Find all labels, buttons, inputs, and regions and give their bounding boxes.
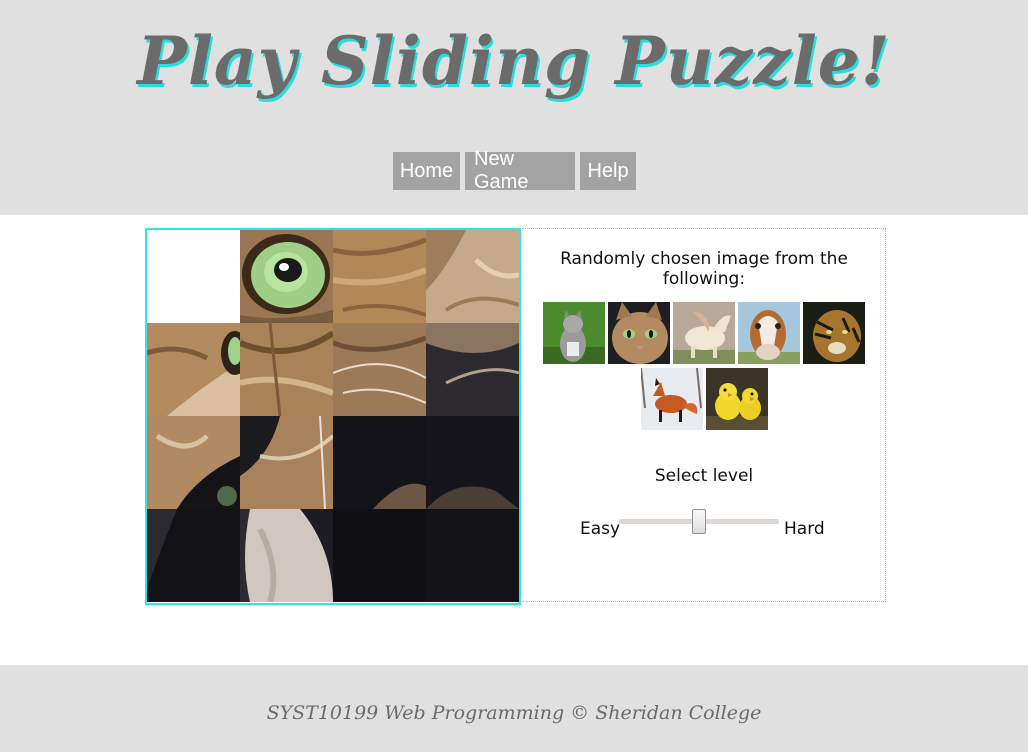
- puzzle-tile[interactable]: [240, 230, 333, 323]
- main-nav: Home New Game Help: [393, 148, 636, 193]
- panel-heading: Randomly chosen image from the following…: [560, 249, 848, 289]
- thumbnail-chicks[interactable]: [705, 368, 768, 430]
- puzzle-tile[interactable]: [147, 509, 240, 602]
- puzzle-tile[interactable]: [240, 509, 333, 602]
- image-panel: Randomly chosen image from the following…: [522, 228, 886, 602]
- new-game-button[interactable]: New Game: [465, 148, 575, 193]
- thumbnail-row: [522, 302, 886, 364]
- hard-label: Hard: [784, 519, 825, 539]
- header: Play Sliding Puzzle! Home New Game Help: [0, 0, 1028, 215]
- thumbnail-fox[interactable]: [640, 368, 703, 430]
- puzzle-tile[interactable]: [147, 323, 240, 416]
- puzzle-tile[interactable]: [426, 416, 519, 509]
- home-button[interactable]: Home: [393, 152, 460, 190]
- puzzle-tile[interactable]: [240, 416, 333, 509]
- puzzle-empty-tile[interactable]: [147, 230, 240, 323]
- thumbnail-row: [522, 368, 886, 430]
- puzzle-tile[interactable]: [426, 230, 519, 323]
- puzzle-tile[interactable]: [333, 416, 426, 509]
- footer-text: SYST10199 Web Programming © Sheridan Col…: [266, 702, 762, 724]
- puzzle-tile[interactable]: [147, 416, 240, 509]
- footer: SYST10199 Web Programming © Sheridan Col…: [0, 665, 1028, 752]
- puzzle-board: [145, 228, 521, 605]
- puzzle-tile[interactable]: [426, 509, 519, 602]
- thumbnail-horse-face[interactable]: [738, 302, 800, 364]
- easy-label: Easy: [580, 519, 621, 539]
- thumbnail-cat-in-grass[interactable]: [543, 302, 605, 364]
- puzzle-tile[interactable]: [333, 509, 426, 602]
- puzzle-tile[interactable]: [426, 323, 519, 416]
- puzzle-tile[interactable]: [240, 323, 333, 416]
- puzzle-tile[interactable]: [333, 230, 426, 323]
- help-button[interactable]: Help: [580, 152, 636, 190]
- level-label: Select level: [654, 466, 754, 486]
- level-slider-thumb[interactable]: [692, 509, 706, 534]
- thumbnail-white-horse[interactable]: [673, 302, 735, 364]
- thumbnail-cat-face[interactable]: [608, 302, 670, 364]
- puzzle-tile[interactable]: [333, 323, 426, 416]
- thumbnail-tiger[interactable]: [803, 302, 865, 364]
- page-title: Play Sliding Puzzle!: [137, 22, 891, 100]
